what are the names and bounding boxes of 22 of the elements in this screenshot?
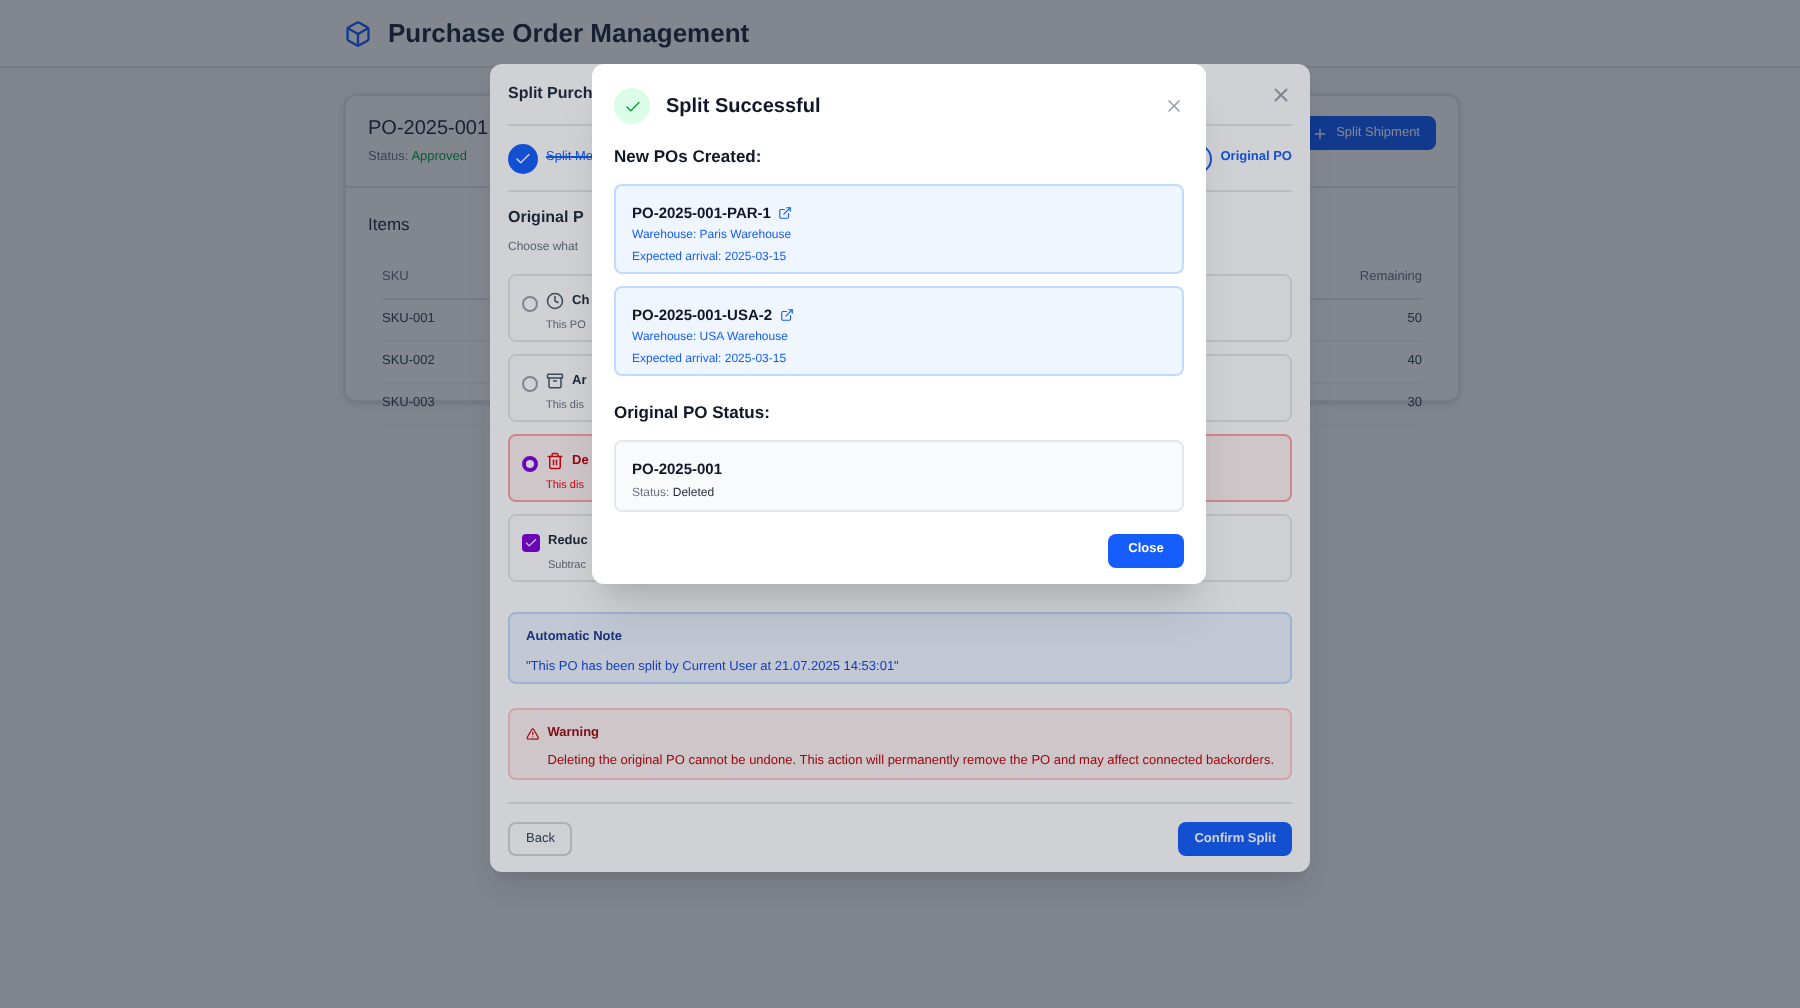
po-number: PO-2025-001 [368,116,489,144]
archive-icon [546,372,564,391]
items-title: Items [368,211,410,237]
radio-button[interactable] [522,296,538,312]
close-icon[interactable] [1164,96,1184,116]
plus-icon [1312,125,1329,141]
radio-button[interactable] [522,456,538,472]
warning-icon [526,724,540,744]
checkbox[interactable] [522,534,540,552]
radio-button[interactable] [522,376,538,392]
cube-icon [344,19,372,47]
clock-icon [546,292,564,311]
trash-icon [546,452,564,471]
external-link-icon[interactable] [778,205,793,220]
dialog-title: Split Successful [666,93,821,121]
success-check-icon [614,88,650,124]
app-title: Purchase Order Management [388,15,750,52]
section-title: Original PO Status: [614,399,772,425]
external-link-icon[interactable] [780,307,795,322]
dialog-title: Split Purch [508,82,593,106]
section-title: New POs Created: [614,144,764,170]
section-title: Original P [508,206,584,230]
